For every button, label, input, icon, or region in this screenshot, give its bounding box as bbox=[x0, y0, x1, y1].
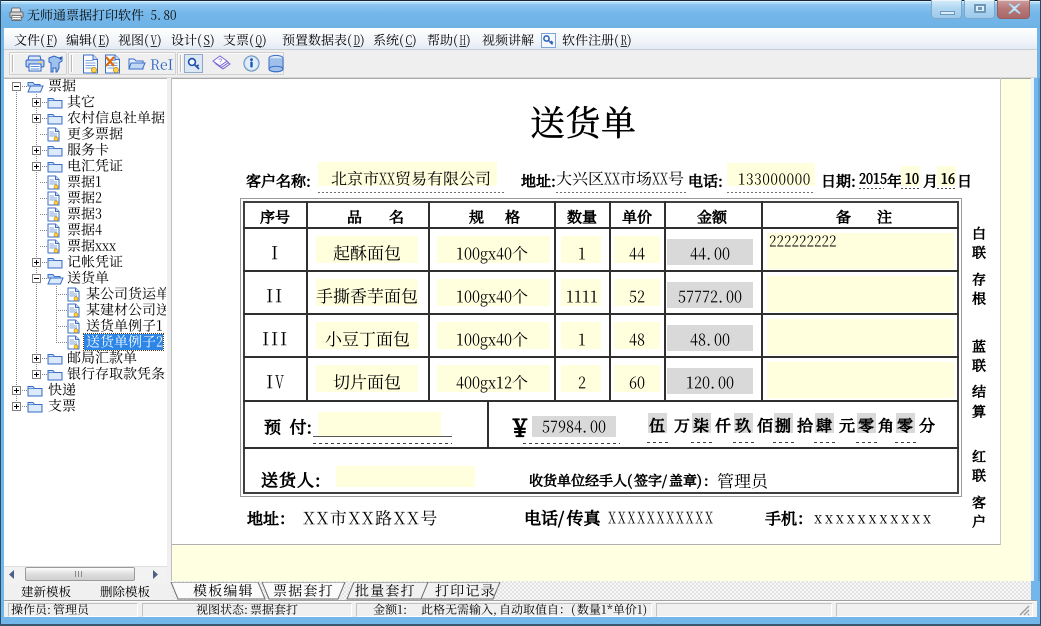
svg-text:?: ? bbox=[218, 59, 222, 66]
